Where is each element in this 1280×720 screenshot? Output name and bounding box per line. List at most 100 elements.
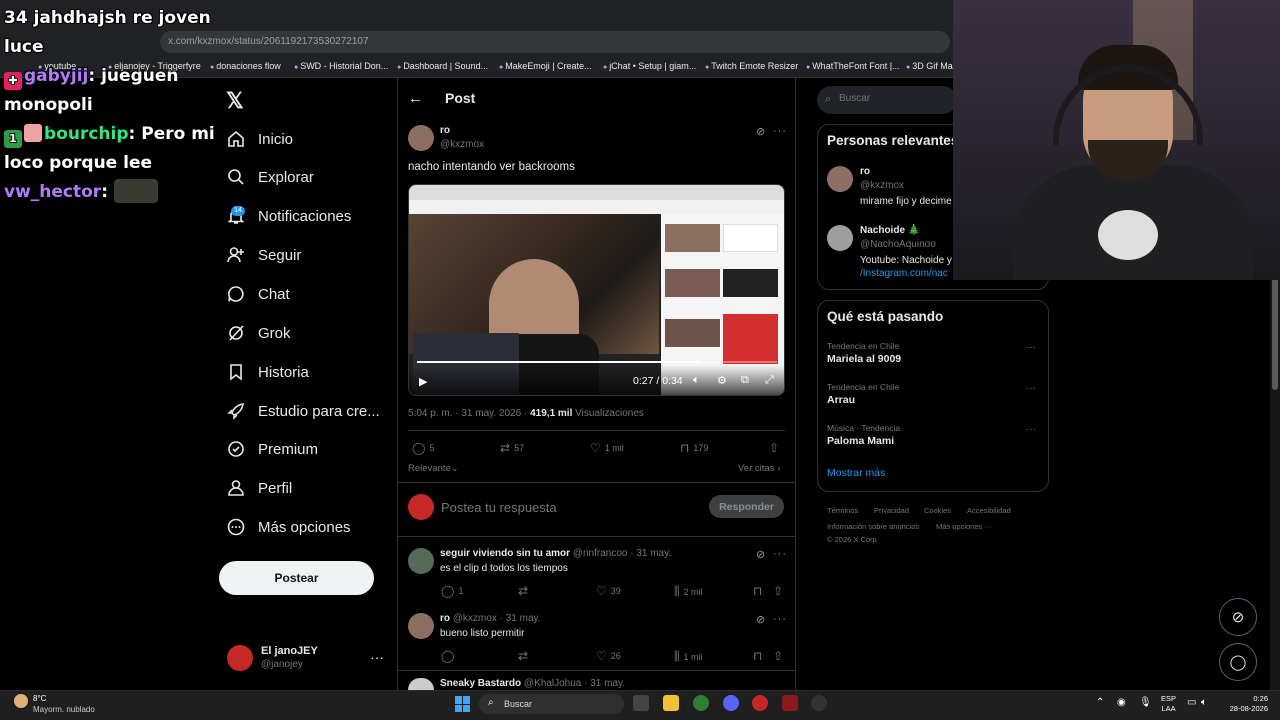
video-player[interactable]: ▶ 0:27 / 0:34 🔈︎ ⚙ ⧉ ⤢ [408, 184, 785, 396]
trend-more-icon[interactable]: ··· [1026, 383, 1036, 394]
discord-icon[interactable] [723, 695, 739, 711]
reply-action[interactable]: ◯ 1 [441, 584, 463, 598]
play-icon[interactable]: ▶ [419, 375, 427, 388]
taskbar-search[interactable] [479, 694, 624, 714]
footer-link[interactable]: Accesibilidad [967, 506, 1011, 515]
person-avatar[interactable] [827, 166, 853, 192]
grok-icon[interactable]: ⊘ [756, 125, 765, 138]
person-name[interactable]: Nachoide 🎄 [860, 225, 920, 236]
app-icon[interactable] [811, 695, 827, 711]
person-name[interactable]: ro [860, 166, 870, 177]
trend-name[interactable]: Mariela al 9009 [827, 353, 901, 365]
like-action[interactable]: ♡ 39 [596, 584, 621, 598]
picture-in-picture-icon[interactable]: ⧉ [741, 374, 749, 387]
nav-follow[interactable]: Seguir [226, 240, 301, 270]
repost-action[interactable]: ⇄ 57 [500, 441, 524, 455]
author-handle[interactable]: @kxzmox [440, 139, 484, 150]
more-options-icon[interactable]: ··· [773, 125, 787, 137]
footer-link[interactable]: Términos [827, 506, 858, 515]
share-action[interactable]: ⇧ [769, 441, 779, 455]
monitor-icon[interactable]: ▭ [1187, 697, 1196, 708]
input-language[interactable]: ESP LAA [1161, 694, 1176, 714]
taskbar-clock[interactable]: 0:26 28-08-2026 [1224, 694, 1268, 714]
footer-link[interactable]: Más opciones ··· [936, 522, 992, 531]
volume-icon[interactable]: 🔈︎ [693, 374, 700, 387]
views-action[interactable]: ⫼ 1 mil [674, 649, 703, 664]
trend-more-icon[interactable]: ··· [1026, 342, 1036, 353]
nav-chat[interactable]: Chat [226, 279, 290, 309]
person-avatar[interactable] [827, 225, 853, 251]
back-arrow-icon[interactable]: ← [408, 90, 423, 107]
more-options-icon[interactable]: ··· [773, 613, 787, 625]
tray-app-icon[interactable]: ◉ [1117, 697, 1126, 708]
show-more-link[interactable]: Mostrar más [827, 467, 885, 479]
person-bio-link[interactable]: /Instagram.com/nac [860, 268, 948, 279]
nav-premium[interactable]: Premium [226, 434, 318, 464]
bookmark-makeemoji[interactable]: MakeEmoji | Create... [499, 61, 591, 71]
reply-author[interactable]: seguir viviendo sin tu amor @nnfrancoo ·… [440, 548, 671, 559]
nav-grok[interactable]: Grok [226, 318, 291, 348]
bookmark-action[interactable]: ⊓ [753, 649, 762, 663]
windows-start-icon[interactable] [455, 696, 471, 712]
grok-icon[interactable]: ⊘ [756, 613, 765, 626]
reply-action[interactable]: ◯ [441, 649, 454, 663]
repost-action[interactable]: ⇄ [518, 584, 528, 598]
bookmark-dashboard[interactable]: Dashboard | Sound... [397, 61, 488, 71]
account-avatar[interactable] [227, 645, 253, 671]
reply-author-avatar[interactable] [408, 613, 434, 639]
app-icon[interactable] [752, 695, 768, 711]
author-avatar[interactable] [408, 125, 434, 151]
footer-link[interactable]: Cookies [924, 506, 951, 515]
post-button[interactable]: Postear [219, 561, 374, 595]
person-handle[interactable]: @kxzmox [860, 180, 904, 191]
grok-fab[interactable]: ⊘ [1219, 598, 1257, 636]
app-icon[interactable] [782, 695, 798, 711]
reply-author[interactable]: ro @kxzmox · 31 may. [440, 613, 541, 624]
tray-chevron-up-icon[interactable]: ⌃ [1096, 697, 1104, 708]
bookmark-jchat[interactable]: jChat • Setup | giam... [603, 61, 696, 71]
sort-dropdown[interactable]: Relevante⌄ [408, 463, 459, 474]
footer-link[interactable]: Privacidad [874, 506, 909, 515]
like-action[interactable]: ♡ 1 mil [590, 441, 624, 455]
bookmark-action[interactable]: ⊓ 179 [680, 441, 708, 455]
footer-link[interactable]: Información sobre anuncios [827, 522, 919, 531]
video-progress-bar[interactable] [417, 361, 777, 363]
trend-more-icon[interactable]: ··· [1026, 424, 1036, 435]
person-handle[interactable]: @NachoAquinoo [860, 239, 936, 250]
nav-history[interactable]: Historia [226, 357, 309, 387]
file-explorer-icon[interactable] [663, 695, 679, 711]
bookmark-whatthefont[interactable]: WhatTheFont Font |... [806, 61, 899, 71]
nav-more-options[interactable]: Más opciones [226, 512, 351, 542]
weather-icon[interactable] [14, 694, 28, 708]
nav-profile[interactable]: Perfil [226, 473, 292, 503]
share-action[interactable]: ⇧ [773, 649, 783, 663]
fullscreen-icon[interactable]: ⤢ [765, 374, 774, 387]
more-options-icon[interactable]: ··· [773, 548, 787, 560]
grok-icon[interactable]: ⊘ [756, 548, 765, 561]
trend-name[interactable]: Arrau [827, 394, 855, 406]
task-view-icon[interactable] [633, 695, 649, 711]
author-name[interactable]: ro [440, 125, 450, 136]
views-action[interactable]: ⫼ 2 mil [674, 584, 703, 599]
bookmark-emote-resizer[interactable]: Twitch Emote Resizer [705, 61, 798, 71]
bio-link[interactable]: /Instagram.com/nac [860, 268, 948, 279]
like-action[interactable]: ♡ 26 [596, 649, 621, 663]
reply-input[interactable] [441, 498, 691, 516]
volume-icon[interactable]: 🔈︎ [1201, 697, 1207, 708]
search-input[interactable] [839, 93, 949, 104]
reply-button[interactable]: Responder [709, 495, 784, 518]
trend-name[interactable]: Paloma Mami [827, 435, 894, 447]
chrome-icon[interactable] [693, 695, 709, 711]
chat-fab[interactable]: ◯ [1219, 643, 1257, 681]
reply-author[interactable]: Sneaky Bastardo @KhalJohua · 31 may. [440, 678, 625, 689]
share-action[interactable]: ⇧ [773, 584, 783, 598]
repost-action[interactable]: ⇄ [518, 649, 528, 663]
bookmark-swd[interactable]: SWD - Historial Don... [294, 61, 388, 71]
settings-gear-icon[interactable]: ⚙ [717, 374, 727, 387]
reply-author-avatar[interactable] [408, 548, 434, 574]
view-quotes-link[interactable]: Ver citas › [738, 463, 780, 474]
nav-creator-studio[interactable]: Estudio para cre... [226, 396, 380, 426]
reply-action[interactable]: ◯ 5 [412, 441, 434, 455]
bookmark-action[interactable]: ⊓ [753, 584, 762, 598]
microphone-icon[interactable]: 🎙︎ [1139, 697, 1152, 708]
